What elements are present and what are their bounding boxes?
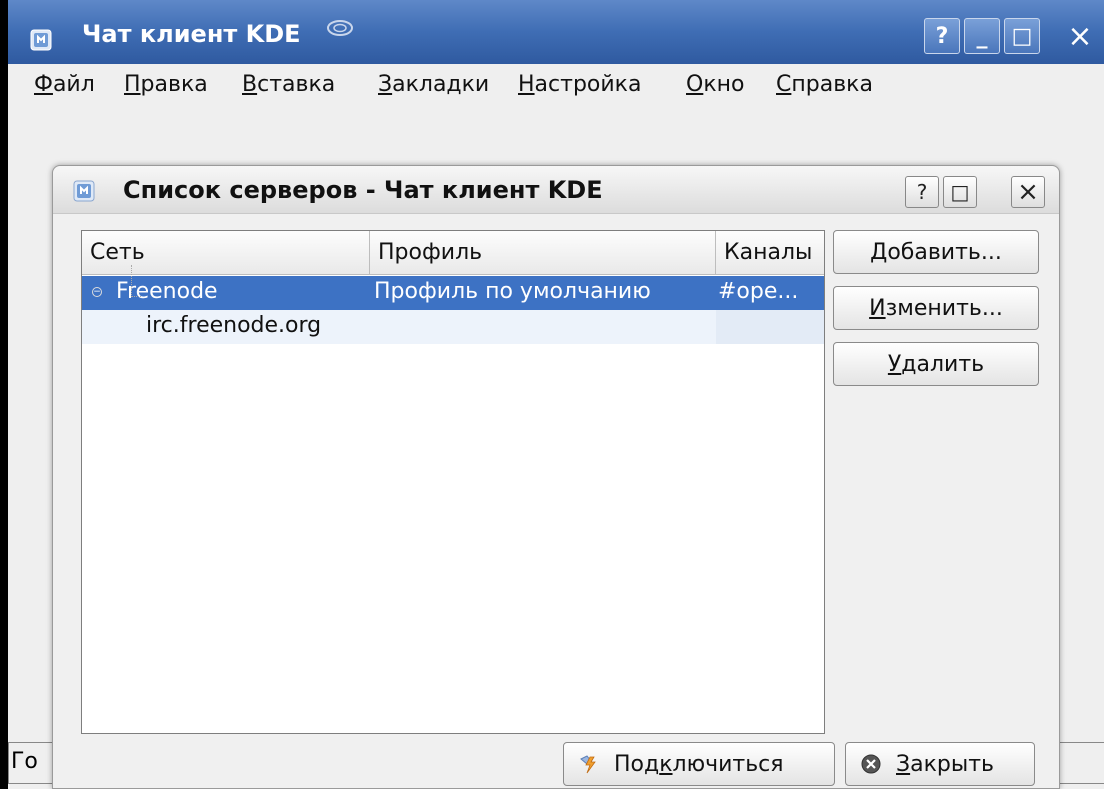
sticky-icon	[327, 20, 353, 36]
tree-line	[131, 265, 132, 297]
statusbar-field: Го	[8, 742, 58, 784]
minimize-icon: _	[976, 23, 988, 49]
server-row[interactable]: irc.freenode.org	[82, 310, 824, 344]
add-button[interactable]: Добавить...	[833, 230, 1039, 274]
edit-button[interactable]: Изменить...	[833, 286, 1039, 330]
dialog-close-button[interactable]: ×	[1011, 176, 1045, 208]
connect-icon	[578, 753, 600, 775]
konversation-app-icon	[30, 29, 52, 51]
dialog-titlebar[interactable]: Список серверов - Чат клиент KDE ? □ ×	[53, 166, 1059, 214]
menu-insert[interactable]: Вставка	[242, 72, 335, 97]
column-header-profile[interactable]: Профиль	[370, 231, 716, 275]
network-name: Freenode	[116, 279, 218, 304]
column-header-channels[interactable]: Каналы	[716, 231, 824, 275]
menu-file[interactable]: Файл	[34, 72, 95, 97]
collapse-icon[interactable]: −	[92, 287, 102, 297]
menu-window[interactable]: Окно	[686, 72, 744, 97]
tree-line	[131, 296, 141, 297]
connect-button[interactable]: Под к лючиться	[563, 742, 835, 786]
delete-button[interactable]: Удалить	[833, 342, 1039, 386]
menu-help[interactable]: Справка	[776, 72, 873, 97]
close-icon: ×	[1017, 177, 1039, 207]
konversation-app-icon	[73, 180, 95, 202]
maximize-button[interactable]: □	[1004, 18, 1040, 54]
main-titlebar[interactable]: Чат клиент KDE ? _ □ ×	[8, 0, 1104, 64]
close-button[interactable]: ×	[1062, 18, 1098, 54]
help-icon: ?	[935, 23, 949, 49]
close-icon: ×	[1067, 18, 1093, 54]
dialog-maximize-button[interactable]: □	[943, 176, 977, 208]
statusbar-text: Го	[11, 749, 38, 774]
network-profile: Профиль по умолчанию	[374, 279, 651, 304]
close-dialog-button[interactable]: Закрыть	[845, 742, 1035, 786]
maximize-icon: □	[950, 180, 970, 204]
menu-settings[interactable]: Настройка	[518, 72, 641, 97]
network-channels: #ope...	[718, 279, 799, 304]
main-window-title: Чат клиент KDE	[82, 20, 301, 48]
server-name: irc.freenode.org	[146, 313, 322, 338]
minimize-button[interactable]: _	[964, 18, 1000, 54]
menu-edit[interactable]: Правка	[124, 72, 208, 97]
maximize-icon: □	[1011, 23, 1033, 49]
menu-bookmarks[interactable]: Закладки	[378, 72, 489, 97]
menubar: Файл Правка Вставка Закладки Настройка О…	[8, 64, 1104, 106]
server-list-dialog: Список серверов - Чат клиент KDE ? □ × С…	[52, 165, 1060, 789]
dialog-title: Список серверов - Чат клиент KDE	[123, 176, 603, 204]
close-circle-icon	[860, 753, 882, 775]
server-list-view[interactable]: Сеть Профиль Каналы − Freenode Профиль п…	[81, 230, 825, 734]
help-icon: ?	[916, 180, 928, 204]
dialog-help-button[interactable]: ?	[905, 176, 939, 208]
column-header-network[interactable]: Сеть	[82, 231, 370, 275]
help-button[interactable]: ?	[924, 18, 960, 54]
channels-column-shade	[716, 310, 824, 344]
network-row[interactable]: − Freenode Профиль по умолчанию #ope...	[82, 276, 824, 310]
